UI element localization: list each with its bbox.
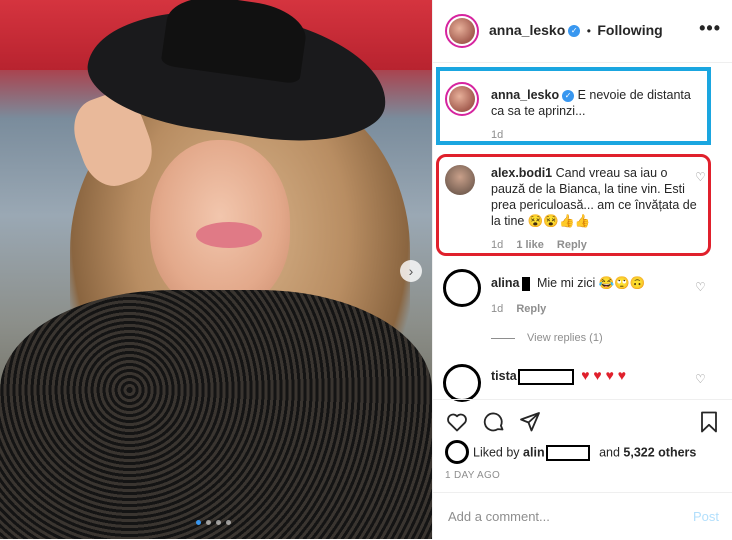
comment-2-block: alina Mie mi zici 😂🙄🙃 <box>491 275 701 291</box>
carousel-dot <box>206 520 211 525</box>
comment-like-heart-icon[interactable]: ♡ <box>695 280 706 294</box>
redacted-avatar[interactable] <box>443 269 481 307</box>
carousel-dot <box>216 520 221 525</box>
comment-2-meta: 1d Reply <box>491 303 546 315</box>
next-photo-icon[interactable]: › <box>400 260 422 282</box>
redaction-box <box>517 368 574 385</box>
lace-dress <box>0 290 432 539</box>
comment-like-heart-icon[interactable]: ♡ <box>695 372 706 386</box>
post-photo[interactable]: › <box>0 0 432 539</box>
add-comment-bar: Post <box>433 492 732 540</box>
bookmark-icon[interactable] <box>697 410 721 434</box>
share-icon[interactable] <box>518 410 542 434</box>
verified-badge-icon: ✓ <box>568 24 581 37</box>
action-bar <box>433 399 732 444</box>
comment-2-reply-button[interactable]: Reply <box>516 303 546 315</box>
author-avatar[interactable] <box>445 14 479 48</box>
header-line: anna_lesko ✓ • Following <box>489 22 663 40</box>
highlight-box-blue <box>436 67 711 145</box>
likes-count[interactable]: 5,322 others <box>623 445 696 459</box>
post-header: anna_lesko ✓ • Following ••• <box>433 0 732 63</box>
more-options-icon[interactable]: ••• <box>699 18 721 39</box>
redaction-box <box>545 445 590 461</box>
comment-2-text: Mie mi zici 😂🙄🙃 <box>536 276 646 290</box>
likes-line: Liked by alin and 5,322 others <box>473 445 696 461</box>
carousel-dots <box>196 520 231 525</box>
carousel-dot-active <box>196 520 201 525</box>
post-date[interactable]: 1 DAY AGO <box>445 470 500 481</box>
comment-3-text: ♥ ♥ ♥ ♥ <box>581 367 627 383</box>
add-comment-input[interactable] <box>446 508 670 525</box>
comment-3-username[interactable]: tista <box>491 369 517 383</box>
lips <box>196 222 262 248</box>
separator-dot: • <box>586 24 591 38</box>
comment-icon[interactable] <box>482 410 506 434</box>
comment-2-username[interactable]: alina <box>491 276 520 290</box>
redacted-avatar[interactable] <box>443 364 481 402</box>
liker-avatar[interactable] <box>445 440 469 464</box>
post-button[interactable]: Post <box>693 509 719 524</box>
comment-2-time: 1d <box>491 303 504 315</box>
view-replies-button[interactable]: View replies (1) <box>491 332 603 344</box>
author-username[interactable]: anna_lesko <box>489 22 565 38</box>
following-button[interactable]: Following <box>597 22 662 38</box>
heart-icon[interactable] <box>445 410 469 434</box>
comment-3-block: tista ♥ ♥ ♥ ♥ <box>491 367 701 385</box>
likes-and: and <box>599 445 620 460</box>
likes-prefix: Liked by <box>473 445 520 460</box>
view-replies-label: View replies (1) <box>527 332 603 344</box>
redaction-bar <box>521 276 530 291</box>
carousel-dot <box>226 520 231 525</box>
liker-name[interactable]: alin <box>523 445 545 459</box>
highlight-box-red <box>436 154 711 256</box>
view-replies-line <box>491 337 515 339</box>
